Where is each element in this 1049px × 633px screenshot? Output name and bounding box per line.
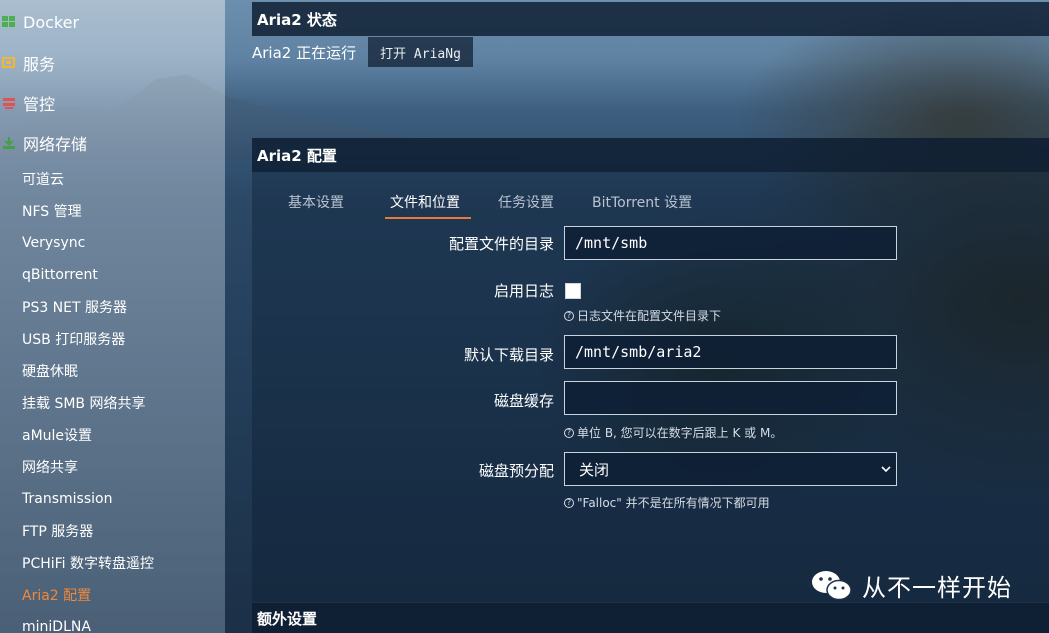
help-icon: ? bbox=[564, 497, 574, 508]
sidebar-item-pchifi[interactable]: PCHiFi 数字转盘遥控 bbox=[22, 549, 222, 577]
download-dir-label: 默认下载目录 bbox=[463, 346, 554, 364]
config-dir-label: 配置文件的目录 bbox=[448, 235, 554, 253]
tab-basic-settings[interactable]: 基本设置 bbox=[277, 186, 355, 218]
status-row: Aria2 正在运行 打开 AriaNg bbox=[252, 36, 473, 68]
docker-icon bbox=[2, 16, 15, 27]
help-icon: ? bbox=[564, 427, 574, 438]
sidebar-item-ps3-net[interactable]: PS3 NET 服务器 bbox=[22, 293, 222, 321]
sidebar-item-qbittorrent[interactable]: qBittorrent bbox=[22, 261, 222, 289]
services-icon bbox=[2, 57, 15, 68]
sidebar-group-label: Docker bbox=[23, 12, 80, 32]
disk-cache-input[interactable] bbox=[564, 381, 897, 415]
sidebar-item-smb-mount[interactable]: 挂载 SMB 网络共享 bbox=[22, 389, 222, 417]
tab-task-settings[interactable]: 任务设置 bbox=[487, 186, 565, 218]
sidebar-group-services[interactable]: 服务 bbox=[0, 45, 225, 81]
chevron-down-icon bbox=[881, 466, 891, 473]
enable-log-checkbox[interactable] bbox=[565, 283, 581, 299]
sidebar-item-kodcloud[interactable]: 可道云 bbox=[22, 165, 222, 193]
file-allocation-hint-text: "Falloc" 并不是在所有情况下都可用 bbox=[577, 496, 770, 510]
file-allocation-hint: ? "Falloc" 并不是在所有情况下都可用 bbox=[564, 494, 770, 511]
control-icon bbox=[3, 98, 15, 109]
extra-section-title: 额外设置 bbox=[252, 603, 1049, 633]
config-tabs: 基本设置 文件和位置 任务设置 BitTorrent 设置 bbox=[277, 186, 703, 220]
nas-icon bbox=[3, 137, 15, 149]
open-ariang-button[interactable]: 打开 AriaNg bbox=[368, 37, 473, 67]
watermark-text: 从不一样开始 bbox=[862, 573, 1012, 602]
file-allocation-select[interactable]: 关闭 bbox=[564, 452, 897, 486]
sidebar-item-usb-printer[interactable]: USB 打印服务器 bbox=[22, 325, 222, 353]
sidebar-item-network-share[interactable]: 网络共享 bbox=[22, 453, 222, 481]
download-dir-input[interactable] bbox=[564, 335, 897, 369]
sidebar-group-label: 服务 bbox=[23, 55, 56, 74]
sidebar-item-verysync[interactable]: Verysync bbox=[22, 229, 222, 257]
enable-log-hint-text: 日志文件在配置文件目录下 bbox=[577, 309, 722, 323]
tab-bittorrent-settings[interactable]: BitTorrent 设置 bbox=[581, 186, 703, 218]
sidebar-item-minidlna[interactable]: miniDLNA bbox=[22, 613, 222, 633]
sidebar-item-aria2[interactable]: Aria2 配置 bbox=[22, 581, 222, 609]
file-allocation-label: 磁盘预分配 bbox=[478, 462, 554, 480]
tab-files-locations[interactable]: 文件和位置 bbox=[379, 186, 471, 219]
status-section-title: Aria2 状态 bbox=[252, 2, 1049, 36]
sidebar-group-nas[interactable]: 网络存储 bbox=[0, 125, 225, 161]
sidebar-group-control[interactable]: 管控 bbox=[0, 85, 225, 121]
sidebar-item-nfs[interactable]: NFS 管理 bbox=[22, 197, 222, 225]
sidebar-item-disk-sleep[interactable]: 硬盘休眠 bbox=[22, 357, 222, 385]
enable-log-label: 启用日志 bbox=[493, 282, 554, 300]
sidebar-group-docker[interactable]: Docker bbox=[0, 4, 225, 40]
file-allocation-value: 关闭 bbox=[579, 460, 610, 479]
wechat-watermark: 从不一样开始 bbox=[810, 566, 1012, 604]
sidebar-item-ftp[interactable]: FTP 服务器 bbox=[22, 517, 222, 545]
sidebar-group-label: 网络存储 bbox=[23, 135, 88, 154]
disk-cache-label: 磁盘缓存 bbox=[493, 392, 554, 410]
config-section-title: Aria2 配置 bbox=[252, 138, 1049, 172]
help-icon: ? bbox=[564, 310, 574, 321]
enable-log-hint: ? 日志文件在配置文件目录下 bbox=[564, 307, 721, 324]
wechat-icon bbox=[812, 571, 852, 601]
status-text: Aria2 正在运行 bbox=[252, 43, 357, 62]
disk-cache-hint: ? 单位 B, 您可以在数字后跟上 K 或 M。 bbox=[564, 424, 782, 441]
sidebar: Docker 服务 管控 网络存储 可道云 NFS 管理 Verysync qB… bbox=[0, 0, 225, 633]
disk-cache-hint-text: 单位 B, 您可以在数字后跟上 K 或 M。 bbox=[577, 426, 783, 440]
sidebar-item-transmission[interactable]: Transmission bbox=[22, 485, 222, 513]
sidebar-item-amule[interactable]: aMule设置 bbox=[22, 421, 222, 449]
sidebar-group-label: 管控 bbox=[23, 95, 56, 114]
config-dir-input[interactable] bbox=[564, 226, 897, 260]
